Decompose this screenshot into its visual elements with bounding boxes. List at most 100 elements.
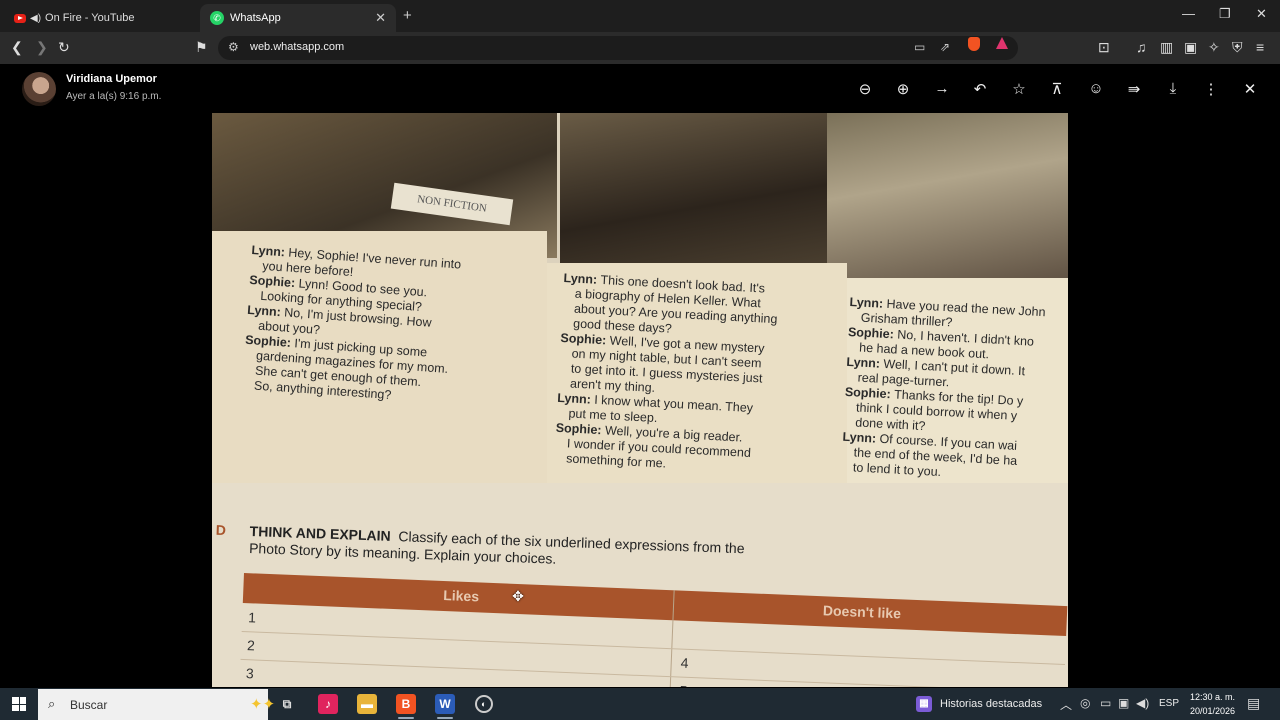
- dialog-text-3: Lynn: Have you read the new John Grisham …: [841, 295, 1068, 486]
- star-icon[interactable]: ☆: [1009, 80, 1029, 98]
- url-text[interactable]: web.whatsapp.com: [250, 41, 344, 53]
- close-icon[interactable]: ✕: [1240, 80, 1260, 98]
- brave-shields-icon[interactable]: [968, 37, 980, 51]
- exercise-letter: D: [215, 521, 227, 539]
- brave-rewards-icon[interactable]: [996, 37, 1008, 49]
- speaker-name: Lynn:: [846, 354, 884, 371]
- site-info-icon[interactable]: ⚙: [228, 40, 239, 54]
- cast-icon[interactable]: ▭: [914, 40, 925, 54]
- speaker-name: Lynn:: [556, 390, 595, 407]
- taskbar-search[interactable]: ⌕ Buscar ✦✦: [38, 689, 275, 720]
- sparkle-icon: ✦✦: [250, 696, 276, 713]
- tiktok-icon[interactable]: ♪: [318, 694, 338, 714]
- wallet-icon[interactable]: ▣: [1184, 39, 1197, 56]
- reload-icon[interactable]: ↻: [58, 39, 70, 56]
- search-icon: ⌕: [48, 696, 56, 711]
- avatar[interactable]: [22, 72, 56, 106]
- file-explorer-icon[interactable]: ▬: [357, 694, 377, 714]
- photo-panel-2: [560, 113, 832, 281]
- whatsapp-icon: ✆: [210, 11, 224, 25]
- leo-ai-icon[interactable]: ✧: [1208, 39, 1220, 56]
- speaker-name: Lynn:: [849, 295, 887, 311]
- row-number: 2: [246, 637, 256, 654]
- dialog-text-2: Lynn: This one doesn't look bad. It's a b…: [554, 271, 844, 480]
- speaker-name: Sophie:: [248, 272, 300, 291]
- music-icon[interactable]: ♫: [1136, 39, 1147, 55]
- language-indicator[interactable]: ESP: [1159, 698, 1179, 709]
- row-number: 1: [247, 609, 257, 626]
- media-photo[interactable]: NON FICTION Lynn: Hey, Sophie! I've neve…: [212, 113, 1068, 687]
- app-icon[interactable]: ◐: [475, 695, 493, 713]
- clock-time: 12:30 a. m.: [1189, 692, 1235, 702]
- speaker-name: Sophie:: [555, 420, 606, 438]
- reply-icon[interactable]: ↶: [970, 80, 990, 98]
- active-indicator: [398, 717, 414, 719]
- speaker-name: Lynn:: [246, 302, 285, 320]
- dialog-text-1: Lynn: Hey, Sophie! I've never run into yo…: [242, 243, 552, 414]
- volume-icon[interactable]: ◀): [1136, 696, 1149, 710]
- browser-tab-strip: ◀) On Fire - YouTube ✆ WhatsApp ✕ + — ❐ …: [0, 0, 1280, 32]
- photo-panel-3: [827, 113, 1068, 289]
- speaker-name: Sophie:: [847, 324, 898, 342]
- network-icon[interactable]: ▣: [1118, 696, 1129, 710]
- speaker-icon: ◀): [30, 12, 42, 24]
- meet-icon[interactable]: ◎: [1080, 696, 1090, 710]
- forward-icon[interactable]: ❯: [36, 39, 48, 56]
- sidebar-icon[interactable]: ▥: [1160, 39, 1173, 56]
- zoom-in-icon[interactable]: ⊕: [893, 80, 913, 98]
- brave-browser-icon[interactable]: B: [396, 694, 416, 714]
- header-likes: Likes: [442, 587, 480, 605]
- share-page-icon[interactable]: ⇗: [940, 40, 950, 54]
- windows-start-icon[interactable]: [12, 697, 26, 711]
- speaker-name: Sophie:: [560, 330, 611, 348]
- zoom-out-icon[interactable]: ⊖: [855, 80, 875, 98]
- show-hidden-icons[interactable]: ︿: [1060, 696, 1072, 713]
- header-doesnt-like: Doesn't like: [822, 602, 902, 622]
- active-indicator: [437, 717, 453, 719]
- clock-date: 20/01/2026: [1189, 706, 1235, 716]
- forward-arrow-icon[interactable]: →: [932, 80, 952, 97]
- speaker-name: Lynn:: [842, 429, 880, 446]
- tab-label: On Fire - YouTube: [45, 12, 135, 24]
- share-icon[interactable]: ⇛: [1124, 80, 1144, 98]
- pin-icon[interactable]: ⊼: [1047, 80, 1067, 98]
- speaker-name: Lynn:: [563, 271, 601, 287]
- notifications-icon[interactable]: ▤: [1247, 695, 1260, 712]
- tab-label: WhatsApp: [230, 12, 281, 24]
- minimize-icon[interactable]: —: [1182, 6, 1195, 21]
- restore-icon[interactable]: ❐: [1219, 6, 1231, 22]
- widgets-icon[interactable]: ▦: [916, 696, 932, 712]
- move-cursor-icon: ✥: [512, 588, 524, 604]
- sent-time: Ayer a la(s) 9:16 p.m.: [66, 91, 162, 102]
- browser-toolbar: ❮ ❯ ↻ ⚑ ⚙ web.whatsapp.com ▭ ⇗ ⊡ ♫ ▥ ▣ ✧…: [0, 32, 1280, 64]
- tab-whatsapp[interactable]: ✆ WhatsApp ✕: [200, 4, 396, 32]
- speaker-name: Sophie:: [844, 384, 895, 402]
- widgets-label[interactable]: Historias destacadas: [940, 698, 1042, 710]
- bookmark-icon[interactable]: ⚑: [195, 39, 208, 56]
- download-icon[interactable]: ⤓: [1163, 80, 1183, 97]
- row-number: 5: [679, 683, 687, 687]
- new-tab-icon[interactable]: +: [403, 7, 412, 24]
- more-icon[interactable]: ⋮: [1201, 80, 1221, 98]
- word-icon[interactable]: W: [435, 694, 455, 714]
- task-view-icon[interactable]: ⧉: [277, 694, 297, 714]
- back-icon[interactable]: ❮: [11, 39, 23, 56]
- row-number: 4: [680, 654, 689, 671]
- search-placeholder: Buscar: [70, 698, 108, 712]
- windows-taskbar: ⌕ Buscar ✦✦ ⧉ ♪ ▬ B W ◐ ▦ Historias dest…: [0, 688, 1280, 720]
- sender-name: Viridiana Upemor: [66, 73, 157, 85]
- sidebar-panel-icon[interactable]: ⊡: [1098, 39, 1110, 56]
- menu-icon[interactable]: ≡: [1256, 39, 1264, 55]
- row-number: 3: [245, 665, 255, 682]
- address-bar[interactable]: ⚙ web.whatsapp.com ▭ ⇗: [218, 36, 1018, 60]
- clock[interactable]: 12:30 a. m. 20/01/2026: [1183, 690, 1235, 718]
- vpn-icon[interactable]: ⛨: [1232, 39, 1243, 56]
- display-icon[interactable]: ▭: [1100, 696, 1111, 710]
- youtube-icon: [14, 13, 26, 23]
- tab-youtube[interactable]: ◀) On Fire - YouTube: [4, 4, 198, 32]
- speaker-name: Sophie:: [244, 332, 295, 351]
- close-tab-icon[interactable]: ✕: [375, 10, 386, 26]
- speaker-name: Lynn:: [251, 243, 289, 260]
- emoji-icon[interactable]: ☺: [1086, 80, 1106, 97]
- window-close-icon[interactable]: ✕: [1256, 6, 1267, 22]
